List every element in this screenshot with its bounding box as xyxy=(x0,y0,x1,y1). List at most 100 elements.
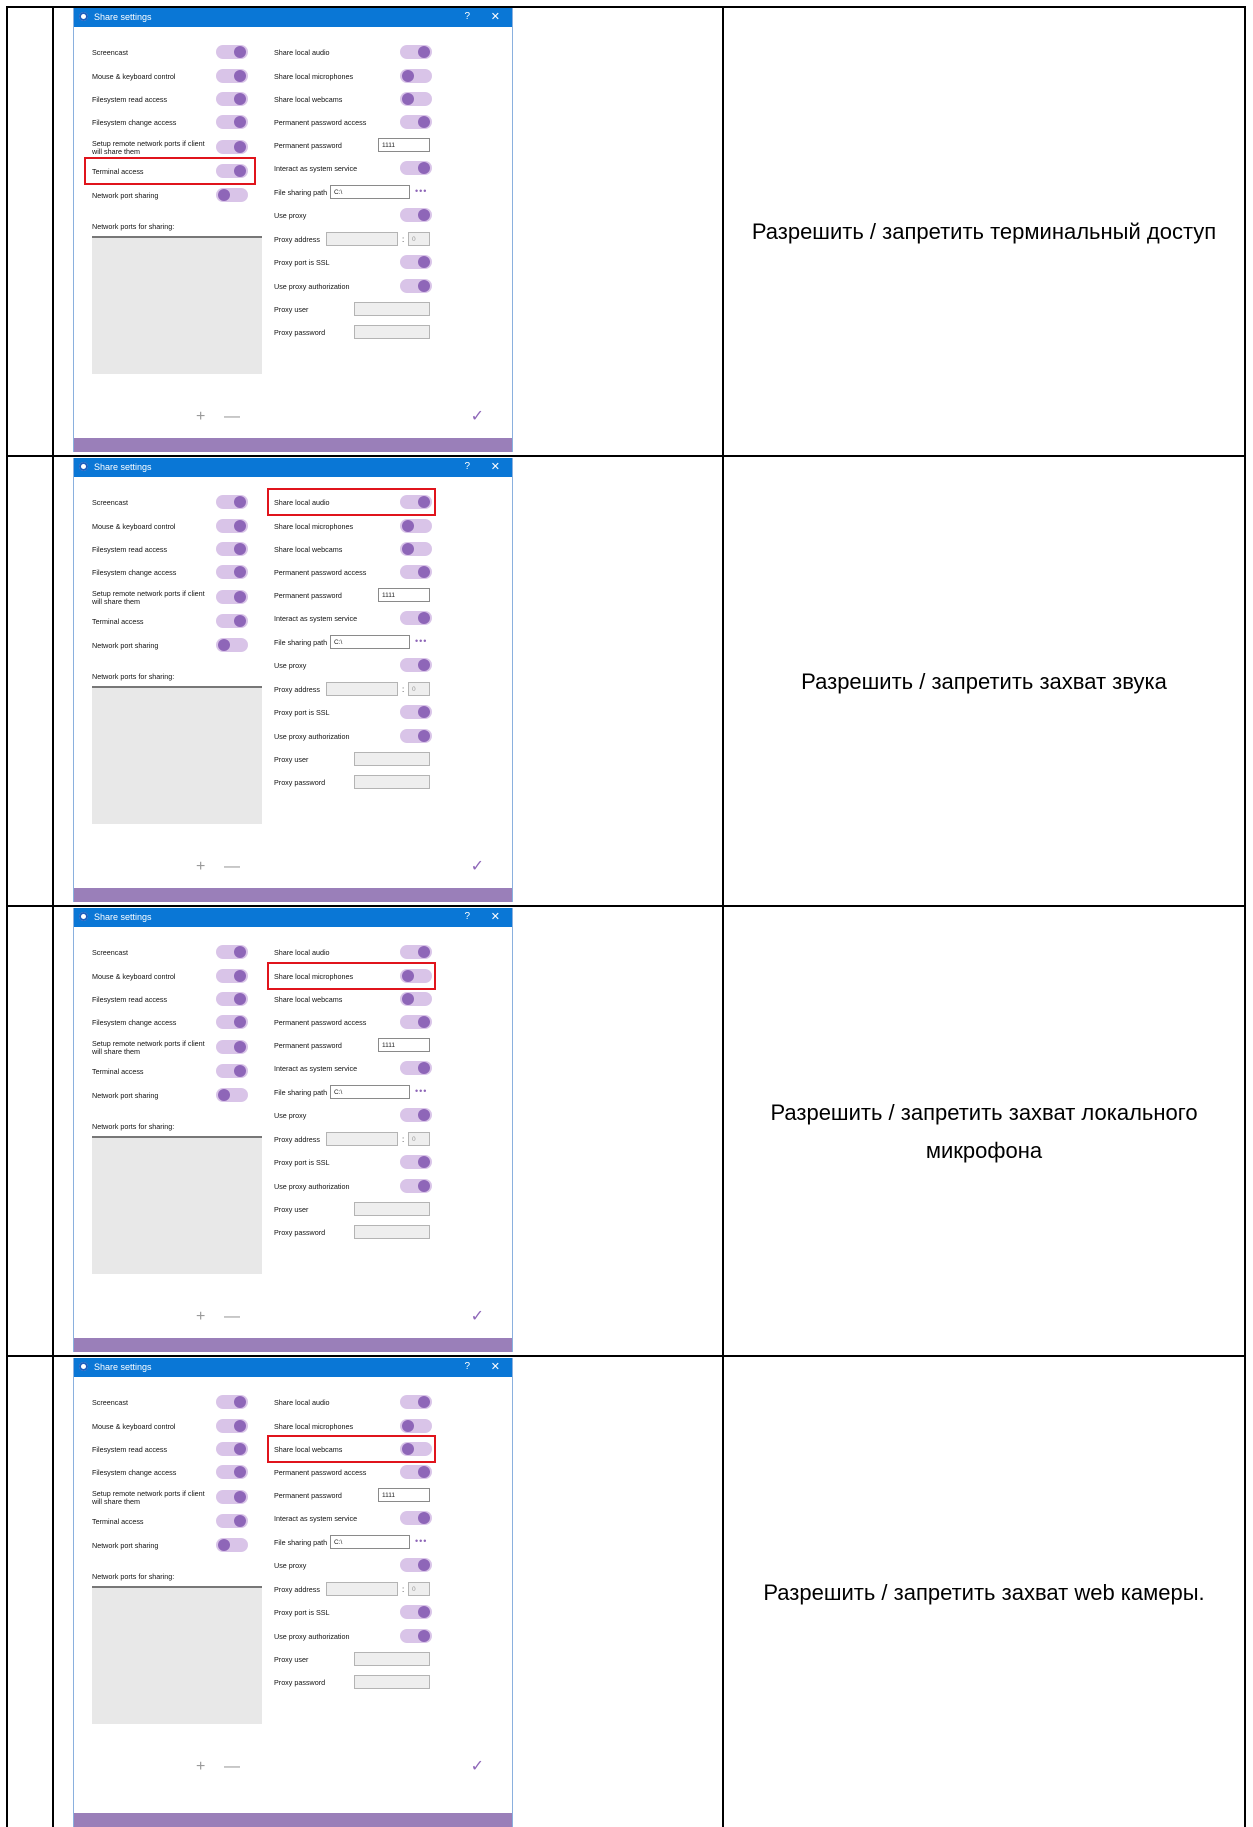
toggle-switch[interactable] xyxy=(400,115,432,129)
toggle-switch[interactable] xyxy=(216,188,248,202)
browse-button[interactable]: ••• xyxy=(415,1536,427,1546)
text-field[interactable] xyxy=(354,1225,430,1239)
text-field[interactable] xyxy=(354,775,430,789)
toggle-switch[interactable] xyxy=(400,1629,432,1643)
toggle-switch[interactable] xyxy=(216,140,248,154)
path-field[interactable]: C:\ xyxy=(330,635,410,649)
close-button[interactable]: ✕ xyxy=(491,10,500,23)
help-button[interactable]: ? xyxy=(464,461,470,472)
remove-port-button[interactable]: — xyxy=(224,1758,240,1776)
proxy-port-field[interactable]: 0 xyxy=(408,1582,430,1596)
toggle-switch[interactable] xyxy=(400,208,432,222)
add-port-button[interactable]: + xyxy=(196,1308,205,1326)
help-button[interactable]: ? xyxy=(464,911,470,922)
toggle-switch[interactable] xyxy=(216,45,248,59)
toggle-switch[interactable] xyxy=(216,638,248,652)
ports-list[interactable] xyxy=(92,1136,262,1274)
toggle-switch[interactable] xyxy=(400,729,432,743)
toggle-switch[interactable] xyxy=(400,1108,432,1122)
toggle-switch[interactable] xyxy=(216,1490,248,1504)
ports-list[interactable] xyxy=(92,236,262,374)
toggle-switch[interactable] xyxy=(216,1064,248,1078)
toggle-switch[interactable] xyxy=(400,1605,432,1619)
toggle-switch[interactable] xyxy=(400,565,432,579)
path-field[interactable]: C:\ xyxy=(330,1085,410,1099)
toggle-switch[interactable] xyxy=(216,614,248,628)
text-field[interactable] xyxy=(354,1675,430,1689)
toggle-switch[interactable] xyxy=(400,69,432,83)
browse-button[interactable]: ••• xyxy=(415,1086,427,1096)
close-button[interactable]: ✕ xyxy=(491,1360,500,1373)
browse-button[interactable]: ••• xyxy=(415,636,427,646)
ports-list[interactable] xyxy=(92,1586,262,1724)
toggle-switch[interactable] xyxy=(400,1395,432,1409)
path-field[interactable]: C:\ xyxy=(330,1535,410,1549)
remove-port-button[interactable]: — xyxy=(224,1308,240,1326)
toggle-switch[interactable] xyxy=(216,1465,248,1479)
ok-button[interactable]: ✓ xyxy=(471,1756,484,1776)
text-field[interactable]: 1111 xyxy=(378,588,430,602)
proxy-address-field[interactable] xyxy=(326,1582,398,1596)
path-field[interactable]: C:\ xyxy=(330,185,410,199)
browse-button[interactable]: ••• xyxy=(415,186,427,196)
toggle-switch[interactable] xyxy=(400,1558,432,1572)
toggle-switch[interactable] xyxy=(400,1179,432,1193)
toggle-switch[interactable] xyxy=(216,565,248,579)
toggle-switch[interactable] xyxy=(400,945,432,959)
toggle-switch[interactable] xyxy=(216,945,248,959)
toggle-switch[interactable] xyxy=(216,992,248,1006)
text-field[interactable]: 1111 xyxy=(378,1038,430,1052)
toggle-switch[interactable] xyxy=(216,542,248,556)
toggle-switch[interactable] xyxy=(400,255,432,269)
add-port-button[interactable]: + xyxy=(196,408,205,426)
proxy-address-field[interactable] xyxy=(326,1132,398,1146)
toggle-switch[interactable] xyxy=(216,92,248,106)
toggle-switch[interactable] xyxy=(216,1040,248,1054)
toggle-switch[interactable] xyxy=(216,1015,248,1029)
remove-port-button[interactable]: — xyxy=(224,408,240,426)
toggle-switch[interactable] xyxy=(400,92,432,106)
text-field[interactable] xyxy=(354,325,430,339)
toggle-switch[interactable] xyxy=(400,161,432,175)
toggle-switch[interactable] xyxy=(400,279,432,293)
toggle-switch[interactable] xyxy=(400,1155,432,1169)
toggle-switch[interactable] xyxy=(400,519,432,533)
help-button[interactable]: ? xyxy=(464,1361,470,1372)
proxy-port-field[interactable]: 0 xyxy=(408,1132,430,1146)
help-button[interactable]: ? xyxy=(464,11,470,22)
ok-button[interactable]: ✓ xyxy=(471,1306,484,1326)
toggle-switch[interactable] xyxy=(400,45,432,59)
proxy-port-field[interactable]: 0 xyxy=(408,232,430,246)
ok-button[interactable]: ✓ xyxy=(471,856,484,876)
close-button[interactable]: ✕ xyxy=(491,460,500,473)
toggle-switch[interactable] xyxy=(216,115,248,129)
toggle-switch[interactable] xyxy=(216,1088,248,1102)
proxy-address-field[interactable] xyxy=(326,682,398,696)
text-field[interactable]: 1111 xyxy=(378,1488,430,1502)
text-field[interactable] xyxy=(354,1652,430,1666)
toggle-switch[interactable] xyxy=(400,705,432,719)
text-field[interactable]: 1111 xyxy=(378,138,430,152)
toggle-switch[interactable] xyxy=(216,1395,248,1409)
toggle-switch[interactable] xyxy=(400,1015,432,1029)
toggle-switch[interactable] xyxy=(400,611,432,625)
toggle-switch[interactable] xyxy=(400,1061,432,1075)
toggle-switch[interactable] xyxy=(216,969,248,983)
toggle-switch[interactable] xyxy=(216,495,248,509)
toggle-switch[interactable] xyxy=(216,69,248,83)
add-port-button[interactable]: + xyxy=(196,1758,205,1776)
toggle-switch[interactable] xyxy=(216,519,248,533)
toggle-switch[interactable] xyxy=(400,992,432,1006)
ports-list[interactable] xyxy=(92,686,262,824)
proxy-address-field[interactable] xyxy=(326,232,398,246)
ok-button[interactable]: ✓ xyxy=(471,406,484,426)
toggle-switch[interactable] xyxy=(400,658,432,672)
toggle-switch[interactable] xyxy=(400,1465,432,1479)
toggle-switch[interactable] xyxy=(400,542,432,556)
toggle-switch[interactable] xyxy=(400,1511,432,1525)
toggle-switch[interactable] xyxy=(216,1442,248,1456)
remove-port-button[interactable]: — xyxy=(224,858,240,876)
close-button[interactable]: ✕ xyxy=(491,910,500,923)
toggle-switch[interactable] xyxy=(216,1514,248,1528)
proxy-port-field[interactable]: 0 xyxy=(408,682,430,696)
